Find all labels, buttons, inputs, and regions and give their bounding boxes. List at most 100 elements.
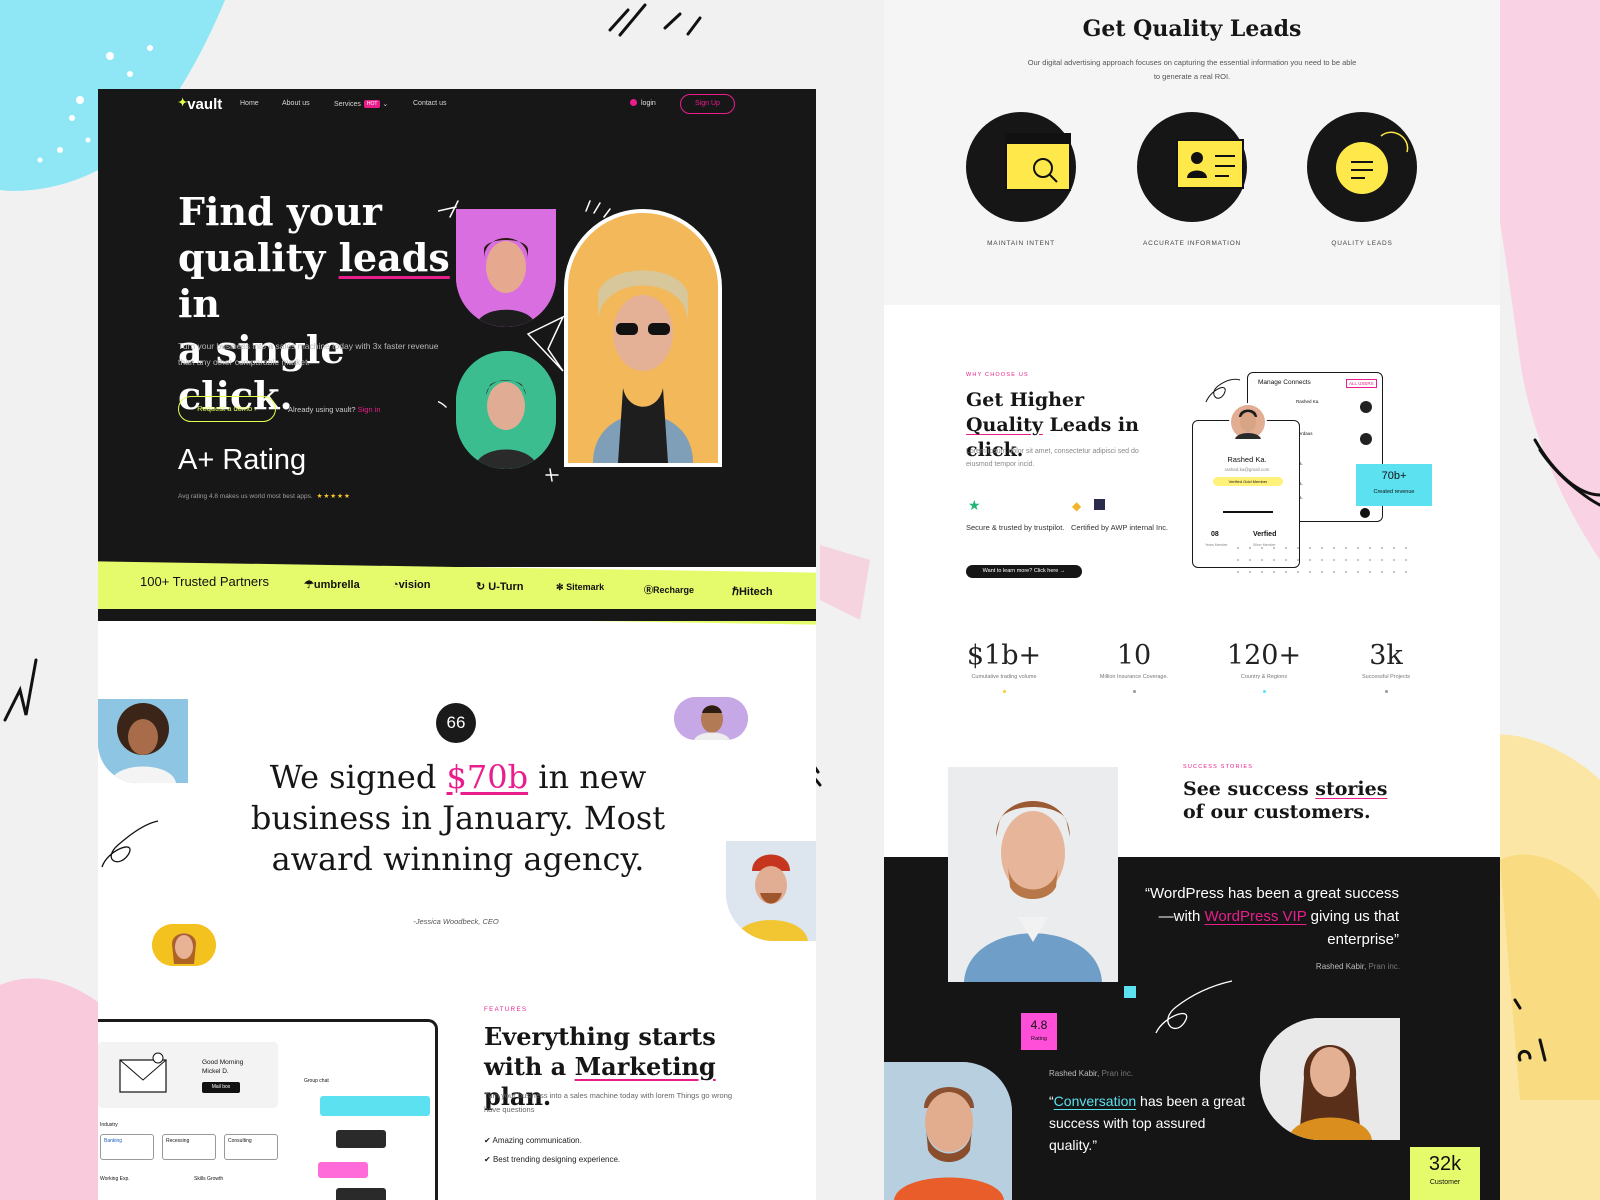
contact-avatar: [1360, 401, 1372, 413]
contact-avatar: [1360, 508, 1370, 518]
chevron-right-icon: ›: [254, 404, 257, 413]
conversation-link[interactable]: Conversation: [1054, 1093, 1137, 1109]
already-using-label: Already using vault?: [288, 405, 356, 414]
mailbox-illustration-icon: [119, 1052, 167, 1093]
check-icon: ✔: [484, 1136, 491, 1145]
working-exp-label: Working Exp.: [100, 1176, 130, 1182]
industry-tag-recessing[interactable]: Recessing: [162, 1134, 216, 1160]
testimonial2-author: Rashed Kabir, Pran inc.: [1049, 1069, 1133, 1078]
mailbox-button[interactable]: Mail box: [202, 1082, 240, 1093]
rating-subtitle: Avg rating 4.8 makes us world most best …: [178, 492, 351, 500]
nav-link-services[interactable]: Services HOT ⌄: [334, 100, 388, 109]
nav-link-contact[interactable]: Contact us: [413, 100, 446, 107]
trust-trustpilot: Secure & trusted by trustpilot.: [966, 523, 1065, 532]
success-stories-kicker: SUCCESS STORIES: [1183, 764, 1254, 770]
quote-author: -Jessica Woodbeck, CEO: [413, 917, 499, 926]
trust-awp: Certified by AWP internal Inc.: [1071, 523, 1169, 532]
testimonial-conversation: “Conversation has been a great success w…: [1049, 1090, 1249, 1156]
stat-value: 3k: [1369, 640, 1403, 671]
hitech-icon: ℏ: [732, 586, 739, 598]
quote-text-pre: We signed: [269, 758, 447, 796]
already-using-text: Already using vault? Sign in: [288, 405, 381, 414]
manage-connects-title: Manage Connects: [1258, 379, 1311, 386]
all-users-button[interactable]: ALL USERS: [1346, 379, 1377, 388]
success-stories-title: See success stories of our customers.: [1183, 778, 1403, 824]
login-link[interactable]: login: [630, 99, 656, 107]
hero-title: Find your quality leads in a single clic…: [178, 189, 468, 419]
stat-label: Million Insurance Coverage.: [1099, 674, 1169, 680]
partner-logo-vision: ◔vision: [392, 579, 430, 591]
verified-value: Verfied: [1253, 531, 1277, 538]
check-icon: ✔: [484, 1155, 491, 1164]
maintain-intent-label: MAINTAIN INTENT: [987, 240, 1055, 247]
why-choose-title-underline: Quality: [966, 414, 1043, 436]
stat-value: 10: [1116, 640, 1152, 671]
chat-bubble-dark-2: [336, 1188, 386, 1200]
umbrella-icon: ☂: [304, 579, 314, 591]
contact-avatar: [1360, 433, 1372, 445]
stat-dot: [1385, 690, 1388, 693]
success-title-pre: See success: [1183, 778, 1316, 800]
stat-label: Country & Regions: [1240, 674, 1288, 680]
recharge-icon: Ⓡ: [644, 585, 654, 595]
hero-title-line2a: quality: [178, 235, 339, 280]
stat-label: Cumulative trading volume: [971, 674, 1037, 680]
login-label: login: [641, 100, 656, 107]
sitemark-icon: ✻: [556, 582, 564, 592]
avatar-woman-yellow: [152, 924, 216, 966]
diamond-icon: ◆: [1072, 499, 1082, 513]
stat-label: Successful Projects: [1362, 674, 1410, 680]
industry-tag-consulting[interactable]: Consulting: [224, 1134, 278, 1160]
success-title-post: of our customers.: [1183, 801, 1371, 823]
learn-more-button[interactable]: Want to learn more? Click here →: [966, 565, 1082, 578]
logo[interactable]: ✦vault: [178, 96, 222, 113]
request-demo-button[interactable]: Request a demo ›: [178, 396, 276, 422]
partner-uturn-label: U-Turn: [488, 581, 524, 593]
partner-logo-umbrella: ☂umbrella: [304, 578, 360, 591]
testimonial2-author-company: Pran inc.: [1101, 1069, 1134, 1078]
testimonial2-author-name: Rashed Kabir,: [1049, 1069, 1100, 1078]
partner-recharge-label: Recharge: [653, 585, 695, 595]
stat-dot: [1263, 690, 1266, 693]
years-member-label: Years Member: [1205, 543, 1228, 547]
created-revenue-box: 70b+ Created revenue: [1356, 464, 1432, 506]
hot-badge: HOT: [363, 100, 381, 109]
rating-box: 4.8 Rating: [1021, 1013, 1057, 1050]
quality-leads-label: QUALITY LEADS: [1331, 240, 1393, 247]
signup-button[interactable]: Sign Up: [680, 94, 735, 114]
swirl-doodle-white: [1155, 980, 1233, 1034]
star-rating-icon: ★★★★★: [316, 493, 351, 500]
industry-tag-banking[interactable]: Banking: [100, 1134, 154, 1160]
profile-avatar: [1229, 403, 1267, 441]
agency-quote: We signed $70b in new business in Januar…: [218, 757, 698, 880]
rating-subtitle-text: Avg rating 4.8 makes us world most best …: [178, 493, 313, 500]
quote-highlight: $70b: [446, 758, 529, 796]
divider: [1223, 511, 1273, 513]
feature-item: ✔ Best trending designing experience.: [484, 1155, 620, 1164]
sparkle-icon: ✦: [178, 97, 188, 109]
chat-bubble-cyan: [320, 1096, 430, 1116]
partner-logo-sitemark: ✻ Sitemark: [556, 582, 604, 593]
nav-link-about[interactable]: About us: [282, 100, 310, 107]
wordpress-vip-link[interactable]: WordPress VIP: [1204, 908, 1306, 925]
partner-logo-hitech: ℏHitech: [732, 585, 773, 598]
success-title-underline: stories: [1315, 778, 1388, 800]
request-demo-label: Request a demo: [197, 404, 253, 413]
testimonial1-author: Rashed Kabir, Pran inc.: [1184, 962, 1400, 971]
nav-link-home[interactable]: Home: [240, 100, 259, 107]
partner-vision-label: vision: [398, 579, 431, 591]
loop-doodle: [1205, 378, 1241, 403]
partner-hitech-label: Hitech: [738, 586, 773, 598]
cyan-square-decoration: [1124, 986, 1136, 998]
top-nav: ✦vault Home About us Services HOT ⌄ Conta…: [98, 89, 816, 123]
signin-link[interactable]: Sign in: [358, 405, 381, 414]
partners-bar-shadow: [98, 609, 816, 621]
contact-name: Rashed Ka.: [1296, 399, 1320, 404]
nav-link-services-label: Services: [334, 101, 361, 108]
hero-doodles: [438, 200, 611, 482]
testimonial-wordpress: “WordPress has been a great success—with…: [1134, 882, 1399, 951]
partner-umbrella-label: umbrella: [313, 579, 360, 591]
features-description: Turn your business into a sales machine …: [484, 1091, 733, 1114]
browser-search-icon: [966, 112, 1076, 222]
profile-name: Rashed Ka.: [1227, 455, 1267, 464]
